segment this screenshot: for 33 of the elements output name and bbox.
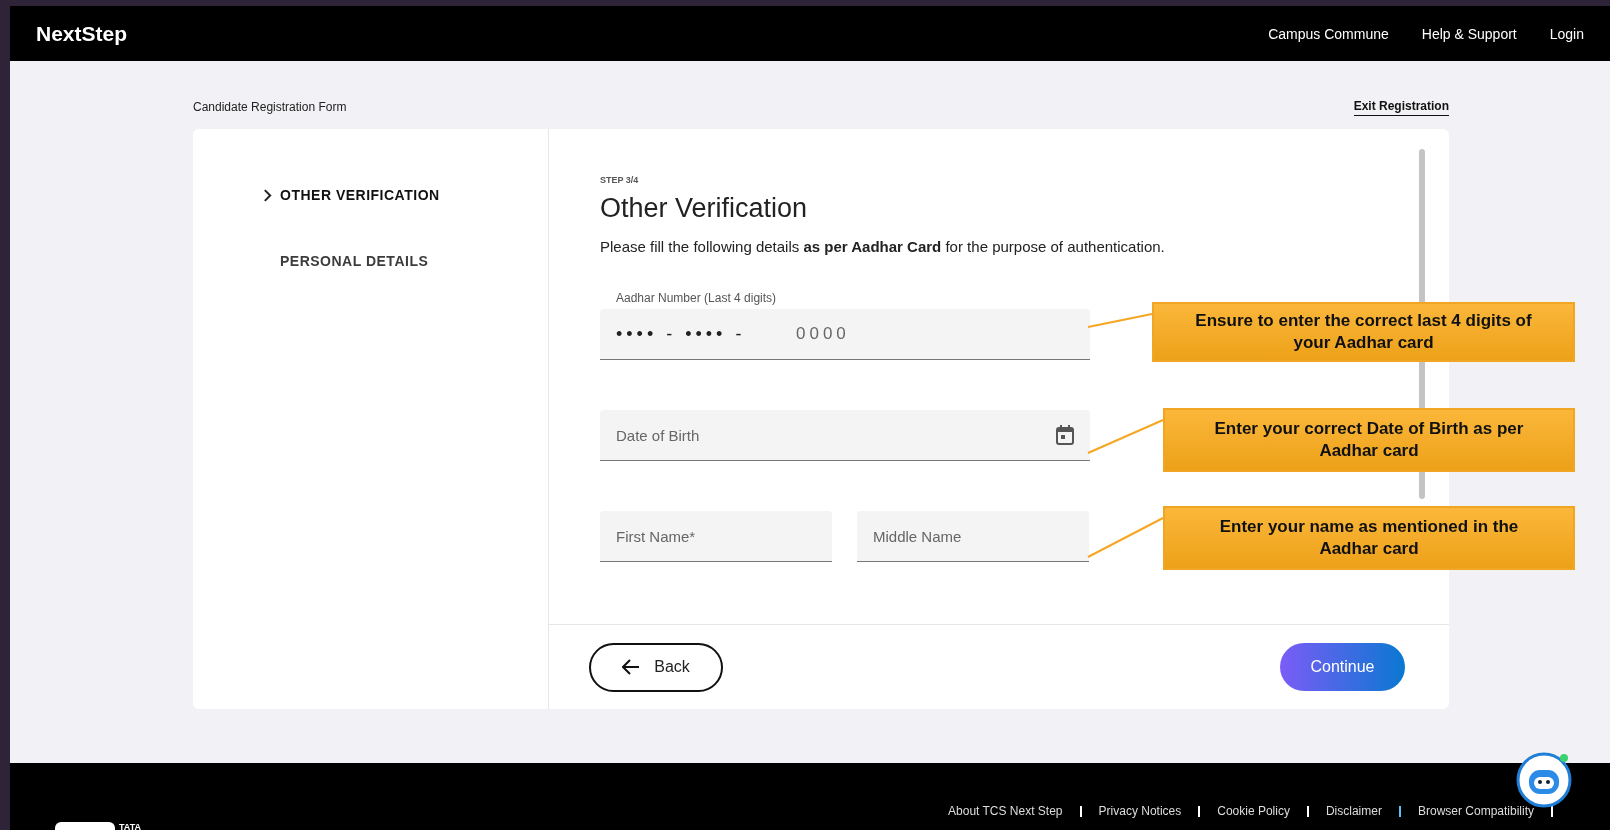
chatbot-icon[interactable] — [1516, 752, 1572, 808]
chevron-right-icon — [263, 188, 272, 202]
date-of-birth-field[interactable]: Date of Birth — [600, 410, 1090, 461]
name-field[interactable]: Middle Name — [857, 511, 1089, 562]
continue-button[interactable]: Continue — [1280, 643, 1405, 691]
step-item[interactable]: OTHER VERIFICATION — [263, 187, 440, 203]
footer-logo-text: TATA — [119, 822, 141, 830]
exit-registration-link[interactable]: Exit Registration — [1353, 98, 1449, 116]
instruction-text: Please fill the following details as per Aadhar Card for the purpose of authentication. — [600, 238, 1166, 255]
callout-note: Enter your name as mentioned in the Aadhar card — [1163, 506, 1575, 570]
section-heading: Other Verification — [600, 193, 809, 224]
back-button[interactable]: Back — [589, 642, 723, 692]
callout-note: Ensure to enter the correct last 4 digits of your Aadhar card — [1152, 302, 1575, 362]
name-field[interactable]: First Name* — [600, 511, 832, 562]
nav-link[interactable]: Campus Commune — [1268, 25, 1389, 42]
nav-link[interactable]: Help & Support — [1421, 25, 1517, 42]
nav-link[interactable]: Login — [1549, 25, 1584, 42]
input-mask: •••• - •••• - — [616, 324, 746, 345]
footer-link[interactable]: About TCS Next Step — [948, 804, 1063, 818]
footer-link[interactable]: Disclaimer — [1325, 804, 1382, 818]
arrow-left-icon — [622, 659, 641, 675]
callout-note: Enter your correct Date of Birth as per Aadhar card — [1163, 408, 1575, 472]
footer-link[interactable]: Cookie Policy — [1217, 804, 1290, 818]
site-logo[interactable]: NextStep — [36, 21, 128, 46]
calendar-icon[interactable] — [1056, 425, 1074, 445]
footer-link[interactable]: Browser Compatibility — [1417, 804, 1534, 818]
field-label: Aadhar Number (Last 4 digits) — [616, 291, 778, 305]
leader-line — [1087, 313, 1153, 328]
step-counter: STEP 3/4 — [600, 175, 640, 185]
footer-link[interactable]: Privacy Notices — [1098, 804, 1182, 818]
step-item[interactable]: PERSONAL DETAILS — [263, 253, 429, 269]
logo-mark-icon — [55, 822, 115, 830]
form-title: Candidate Registration Form — [193, 100, 347, 114]
